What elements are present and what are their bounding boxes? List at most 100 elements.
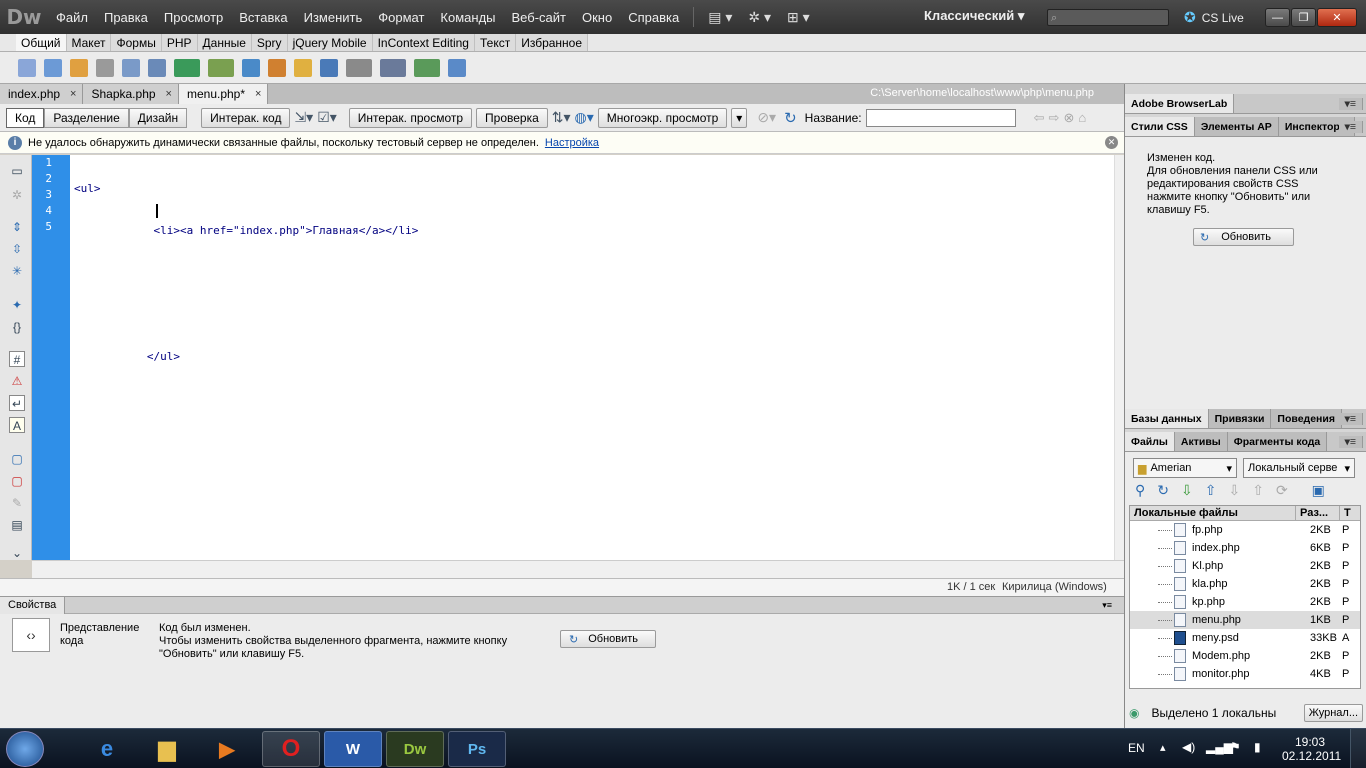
tab-browserlab[interactable]: Adobe BrowserLab <box>1125 94 1235 113</box>
multiscreen-button[interactable]: Многоэкр. просмотр <box>597 107 728 128</box>
tab-css-styles[interactable]: Стили CSS <box>1125 117 1195 136</box>
workspace-switcher[interactable]: Классический ▾ <box>924 8 1024 24</box>
browser-compat-icon[interactable]: ☑▾ <box>317 109 337 126</box>
split-view-button[interactable]: Разделение <box>44 107 129 128</box>
doc-tab-menu[interactable]: menu.php* × <box>178 84 269 104</box>
volume-icon[interactable]: ◀) <box>1182 740 1195 754</box>
stop-icon[interactable]: ⊗ <box>1063 110 1074 126</box>
media-icon[interactable] <box>208 58 234 77</box>
date-icon[interactable] <box>268 58 286 77</box>
file-row[interactable]: kp.php 2KB P <box>1130 593 1360 611</box>
visual-aids-icon[interactable]: ⊘▾ <box>757 109 776 126</box>
title-input[interactable] <box>865 108 1016 127</box>
script-icon[interactable] <box>380 58 406 77</box>
live-view-button[interactable]: Интерак. просмотр <box>348 107 473 128</box>
network-icon[interactable]: ▂▄▆ <box>1206 740 1233 754</box>
line-numbers-icon[interactable]: # <box>9 351 25 367</box>
tab-jquery-mobile[interactable]: jQuery Mobile <box>287 34 373 51</box>
tab-snippets[interactable]: Фрагменты кода <box>1227 432 1328 451</box>
tab-common[interactable]: Общий <box>16 34 67 51</box>
tab-forms[interactable]: Формы <box>111 34 162 51</box>
css-refresh-button[interactable]: ↻ Обновить <box>1193 228 1294 246</box>
menu-site[interactable]: Веб-сайт <box>504 10 574 25</box>
div-icon[interactable] <box>148 58 166 77</box>
file-row[interactable]: monitor.php 4KB P <box>1130 665 1360 683</box>
menu-commands[interactable]: Команды <box>432 10 503 25</box>
inspect-icon[interactable]: ⇲▾ <box>294 109 313 126</box>
file-row[interactable]: fp.php 2KB P <box>1130 521 1360 539</box>
apply-comment-icon[interactable]: ▢ <box>9 451 25 467</box>
action-center-icon[interactable]: ⚑ <box>1230 740 1241 754</box>
tab-bindings[interactable]: Привязки <box>1208 409 1272 428</box>
tab-layout[interactable]: Макет <box>66 34 112 51</box>
menu-window[interactable]: Окно <box>574 10 620 25</box>
explorer-folder-icon[interactable]: ▆ <box>138 731 196 767</box>
email-link-icon[interactable] <box>44 58 62 77</box>
horizontal-rule-icon[interactable] <box>96 58 114 77</box>
collapse-selection-icon[interactable]: ⇳ <box>9 241 25 257</box>
preview-browser-icon[interactable]: ◍▾ <box>575 109 594 126</box>
horizontal-scrollbar[interactable] <box>32 560 1124 578</box>
panel-menu-icon[interactable]: ▾≡ <box>1338 413 1363 425</box>
opera-icon[interactable]: O <box>262 731 320 767</box>
log-button[interactable]: Журнал... <box>1303 704 1363 722</box>
close-icon[interactable]: × <box>70 88 76 100</box>
comment-icon[interactable] <box>320 58 338 77</box>
dreamweaver-taskbar-icon[interactable]: Dw <box>386 731 444 767</box>
view-select[interactable]: Локальный серве ▾ <box>1243 458 1355 478</box>
file-row[interactable]: kla.php 2KB P <box>1130 575 1360 593</box>
close-button[interactable]: ✕ <box>1317 8 1357 27</box>
menu-help[interactable]: Справка <box>620 10 687 25</box>
file-row[interactable]: Modem.php 2KB P <box>1130 647 1360 665</box>
clock[interactable]: 19:03 02.12.2011 <box>1282 735 1341 763</box>
menu-insert[interactable]: Вставка <box>231 10 295 25</box>
select-parent-tag-icon[interactable]: ✦ <box>9 297 25 313</box>
word-wrap-icon[interactable]: ↵ <box>9 395 25 411</box>
tag-chooser-icon[interactable] <box>448 58 466 77</box>
hyperlink-icon[interactable] <box>18 58 36 77</box>
tab-behaviors[interactable]: Поведения <box>1271 409 1342 428</box>
check-out-icon[interactable]: ⇩ <box>1228 482 1240 502</box>
get-files-icon[interactable]: ⇩ <box>1181 482 1193 502</box>
file-management-icon[interactable]: ⇅▾ <box>552 109 571 126</box>
power-icon[interactable]: ▮ <box>1254 740 1261 754</box>
panel-menu-icon[interactable]: ▾≡ <box>1094 597 1120 614</box>
refresh-icon[interactable]: ↻ <box>784 109 797 127</box>
maximize-button[interactable]: ❐ <box>1291 8 1316 27</box>
column-size[interactable]: Раз... <box>1296 506 1340 520</box>
widget-icon[interactable] <box>242 58 260 77</box>
home-icon[interactable]: ⌂ <box>1078 110 1086 125</box>
tab-assets[interactable]: Активы <box>1174 432 1228 451</box>
show-code-navigator-icon[interactable]: ✲ <box>9 187 25 203</box>
table-icon[interactable] <box>122 58 140 77</box>
highlight-invalid-code-icon[interactable]: ⚠ <box>9 373 25 389</box>
collapse-full-tag-icon[interactable]: ⇕ <box>9 219 25 235</box>
expand-icon[interactable]: ▣ <box>1312 482 1325 502</box>
panel-menu-icon[interactable]: ▾≡ <box>1338 121 1363 133</box>
properties-tab[interactable]: Свойства <box>0 596 66 614</box>
syntax-coloring-icon[interactable]: A <box>9 417 25 433</box>
gear-icon[interactable]: ✲ ▾ <box>740 9 779 26</box>
search-input[interactable]: ⌕ <box>1047 9 1169 26</box>
image-icon[interactable] <box>174 58 200 77</box>
column-local-files[interactable]: Локальные файлы <box>1130 506 1296 520</box>
language-indicator[interactable]: EN <box>1128 741 1145 755</box>
site-select[interactable]: ▆ Amerian ▾ <box>1133 458 1237 478</box>
tab-favorites[interactable]: Избранное <box>516 34 589 51</box>
show-desktop-button[interactable] <box>1350 729 1366 768</box>
expand-all-icon[interactable]: ✳ <box>9 263 25 279</box>
live-code-button[interactable]: Интерак. код <box>201 107 291 128</box>
check-button[interactable]: Проверка <box>476 107 548 128</box>
file-row[interactable]: index.php 6KB P <box>1130 539 1360 557</box>
synchronize-icon[interactable]: ⟳ <box>1276 482 1288 502</box>
tray-arrow-icon[interactable]: ▴ <box>1160 741 1166 754</box>
check-in-icon[interactable]: ⇧ <box>1252 482 1264 502</box>
design-view-button[interactable]: Дизайн <box>128 107 188 128</box>
server-side-include-icon[interactable] <box>294 58 312 77</box>
file-row[interactable]: meny.psd 33KB A <box>1130 629 1360 647</box>
close-icon[interactable]: ✕ <box>1105 136 1118 149</box>
code-editor[interactable]: <ul> <li><a href="index.php">Главная</a>… <box>70 155 1114 560</box>
tab-spry[interactable]: Spry <box>251 34 288 51</box>
tab-incontext-editing[interactable]: InContext Editing <box>372 34 475 51</box>
layout-icon[interactable]: ▤ ▾ <box>700 9 740 26</box>
